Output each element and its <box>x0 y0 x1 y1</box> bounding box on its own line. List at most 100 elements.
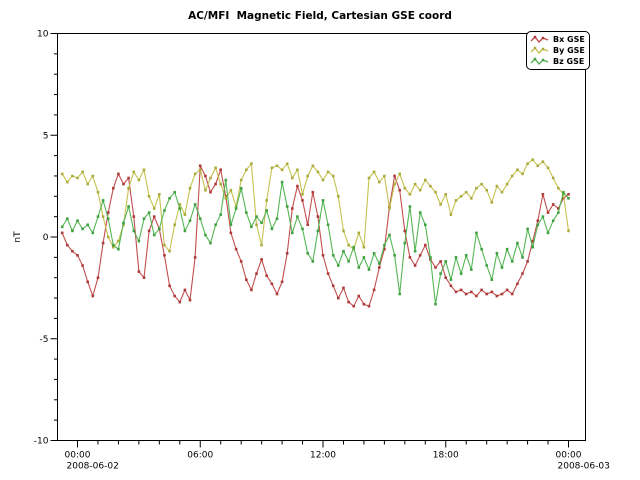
data-point-marker <box>143 276 146 279</box>
legend-line <box>531 59 548 64</box>
data-point-marker <box>567 197 570 200</box>
data-point-marker <box>424 179 427 182</box>
data-point-marker <box>470 268 473 271</box>
data-point-marker <box>363 303 366 306</box>
data-point-marker <box>173 191 176 194</box>
data-point-marker <box>138 179 141 182</box>
data-point-marker <box>414 183 417 186</box>
data-point-marker <box>158 228 161 231</box>
data-point-marker <box>460 195 463 198</box>
x-date-label: 2008-06-03 <box>558 462 610 472</box>
data-point-marker <box>204 189 207 192</box>
data-point-marker <box>301 193 304 196</box>
data-point-marker <box>173 295 176 298</box>
data-point-marker <box>133 230 136 233</box>
data-point-marker <box>419 211 422 214</box>
data-point-marker <box>133 215 136 218</box>
data-point-marker <box>271 228 274 231</box>
bx-line-sample-icon <box>530 35 550 44</box>
data-point-marker <box>347 244 350 247</box>
data-point-marker <box>138 270 141 273</box>
data-point-marker <box>506 248 509 251</box>
data-point-marker <box>450 278 453 281</box>
data-point-marker <box>511 175 514 178</box>
data-point-marker <box>255 215 258 218</box>
data-point-marker <box>133 171 136 174</box>
data-point-marker <box>342 287 345 290</box>
data-point-marker <box>373 289 376 292</box>
x-tick-label: 18:00 <box>433 451 459 461</box>
data-point-marker <box>296 185 299 188</box>
data-point-marker <box>363 256 366 259</box>
data-point-marker <box>291 207 294 210</box>
data-point-marker <box>404 242 407 245</box>
data-point-marker <box>286 205 289 208</box>
data-point-marker <box>480 289 483 292</box>
y-axis: 1050-5-10 <box>34 30 58 447</box>
data-point-marker <box>322 179 325 182</box>
data-point-marker <box>327 272 330 275</box>
data-point-marker <box>71 230 74 233</box>
data-point-marker <box>199 165 202 168</box>
x-tick-label: 00:00 <box>556 451 582 461</box>
data-point-marker <box>378 262 381 265</box>
data-point-marker <box>434 303 437 306</box>
data-point-marker <box>557 211 560 214</box>
data-point-marker <box>393 254 396 257</box>
data-point-marker <box>475 295 478 298</box>
magnetic-field-plot: 1050-5-10nT00:0006:0012:0018:0000:002008… <box>0 0 640 480</box>
data-point-marker <box>117 173 120 176</box>
legend-label-bz: Bz GSE <box>553 57 584 66</box>
data-point-marker <box>460 272 463 275</box>
data-point-marker <box>368 305 371 308</box>
data-point-marker <box>306 252 309 255</box>
data-point-marker <box>153 207 156 210</box>
data-point-marker <box>501 293 504 296</box>
data-point-marker <box>286 162 289 165</box>
data-point-marker <box>491 291 494 294</box>
data-point-marker <box>501 266 504 269</box>
data-point-marker <box>291 177 294 180</box>
data-point-marker <box>281 181 284 184</box>
data-point-marker <box>66 244 69 247</box>
data-point-marker <box>209 177 212 180</box>
data-point-marker <box>143 217 146 220</box>
data-point-marker <box>450 285 453 288</box>
data-point-marker <box>327 171 330 174</box>
y-tick-label: 5 <box>43 131 49 141</box>
data-point-marker <box>429 185 432 188</box>
data-point-marker <box>230 189 233 192</box>
data-point-marker <box>383 175 386 178</box>
data-point-marker <box>235 248 238 251</box>
y-axis-label: nT <box>13 231 23 243</box>
by-line-sample-icon <box>530 46 550 55</box>
data-point-marker <box>368 177 371 180</box>
data-point-marker <box>470 291 473 294</box>
data-point-marker <box>373 171 376 174</box>
data-point-marker <box>92 295 95 298</box>
data-point-marker <box>373 252 376 255</box>
data-point-marker <box>214 183 217 186</box>
data-point-marker <box>209 242 212 245</box>
data-point-marker <box>301 228 304 231</box>
data-point-marker <box>444 276 447 279</box>
data-point-marker <box>352 305 355 308</box>
data-point-marker <box>496 295 499 298</box>
data-point-marker <box>501 191 504 194</box>
data-point-marker <box>393 175 396 178</box>
legend-item-bx: Bx GSE <box>530 34 585 45</box>
data-point-marker <box>317 215 320 218</box>
data-point-marker <box>347 301 350 304</box>
data-point-marker <box>250 289 253 292</box>
data-point-marker <box>455 256 458 259</box>
data-point-marker <box>434 191 437 194</box>
data-point-marker <box>531 246 534 249</box>
data-point-marker <box>480 183 483 186</box>
data-point-marker <box>552 219 555 222</box>
legend-marker <box>534 58 536 60</box>
x-date-label: 2008-06-02 <box>67 462 119 472</box>
data-point-marker <box>424 244 427 247</box>
data-point-marker <box>383 244 386 247</box>
data-point-marker <box>465 293 468 296</box>
data-point-marker <box>414 250 417 253</box>
